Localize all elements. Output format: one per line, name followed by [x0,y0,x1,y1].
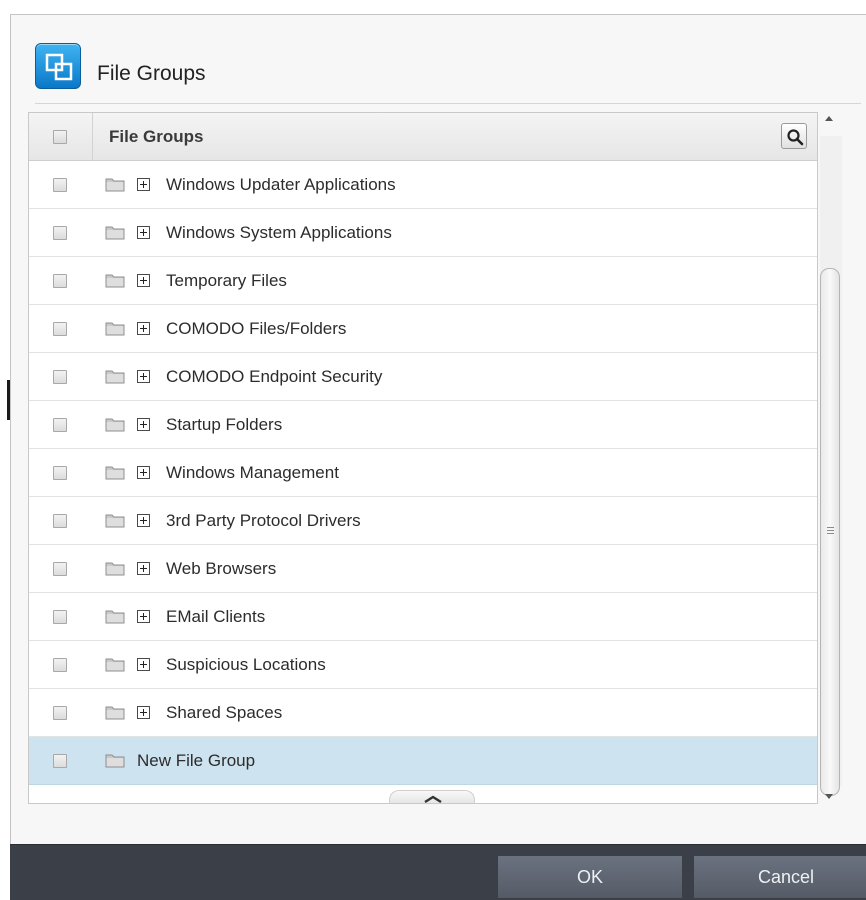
file-groups-icon [35,43,81,89]
row-checkbox[interactable] [53,706,67,720]
table-row[interactable]: Temporary Files [29,257,817,305]
table-row[interactable]: Windows Updater Applications [29,161,817,209]
table-row[interactable]: Windows System Applications [29,209,817,257]
row-label: Web Browsers [166,559,277,578]
table-row[interactable]: Windows Management [29,449,817,497]
folder-icon [105,658,125,672]
row-label: New File Group [137,751,256,770]
folder-icon [105,562,125,576]
row-label: Temporary Files [166,271,287,290]
row-checkbox[interactable] [53,322,67,336]
table-row[interactable]: 3rd Party Protocol Drivers [29,497,817,545]
table-header: File Groups [29,113,817,161]
row-label: COMODO Endpoint Security [166,367,383,386]
row-label: Shared Spaces [166,703,283,722]
table-row[interactable]: COMODO Files/Folders [29,305,817,353]
expand-icon[interactable] [137,274,150,287]
expand-icon[interactable] [137,178,150,191]
expand-icon[interactable] [137,514,150,527]
row-checkbox[interactable] [53,370,67,384]
table-row[interactable]: Web Browsers [29,545,817,593]
scroll-thumb[interactable] [820,268,840,796]
vertical-scrollbar[interactable] [820,112,842,804]
cancel-button[interactable]: Cancel [693,855,866,899]
folder-icon [105,226,125,240]
row-checkbox[interactable] [53,466,67,480]
row-label: Startup Folders [166,415,283,434]
folder-icon [105,322,125,336]
window-edge [0,0,10,900]
table-row[interactable]: Startup Folders [29,401,817,449]
table-row[interactable]: COMODO Endpoint Security [29,353,817,401]
table-row[interactable]: EMail Clients [29,593,817,641]
folder-icon [105,706,125,720]
row-checkbox[interactable] [53,178,67,192]
row-label: Windows Updater Applications [166,175,396,194]
select-all-checkbox[interactable] [53,130,67,144]
folder-icon [105,178,125,192]
row-checkbox[interactable] [53,226,67,240]
row-checkbox[interactable] [53,274,67,288]
expand-icon[interactable] [137,466,150,479]
row-checkbox[interactable] [53,418,67,432]
scroll-grip-icon [827,527,834,536]
row-checkbox[interactable] [53,754,67,768]
expand-icon[interactable] [137,226,150,239]
row-label: COMODO Files/Folders [166,319,347,338]
folder-icon [105,610,125,624]
header-separator [92,113,93,161]
row-checkbox[interactable] [53,562,67,576]
column-header-file-groups[interactable]: File Groups [109,127,203,147]
file-groups-table: File Groups Windows Updater Applications… [28,112,818,804]
collapse-panel-button[interactable] [389,790,475,803]
row-checkbox[interactable] [53,610,67,624]
expand-icon[interactable] [137,610,150,623]
dialog-footer: OK Cancel [10,844,866,900]
row-checkbox[interactable] [53,658,67,672]
row-label: Windows Management [166,463,339,482]
header-divider [35,103,861,104]
row-label: Suspicious Locations [166,655,326,674]
dialog-header: File Groups [35,29,835,91]
table-row[interactable]: New File Group [29,737,817,785]
chevron-up-icon [424,795,442,803]
search-icon [787,129,804,146]
scroll-down-arrow[interactable] [825,794,833,799]
scroll-track[interactable] [820,136,842,796]
table-row[interactable]: Shared Spaces [29,689,817,737]
folder-icon [105,418,125,432]
row-label: EMail Clients [166,607,266,626]
page-title: File Groups [97,62,206,85]
folder-icon [105,274,125,288]
folder-icon [105,514,125,528]
expand-icon[interactable] [137,322,150,335]
table-row[interactable]: Suspicious Locations [29,641,817,689]
expand-icon[interactable] [137,706,150,719]
expand-icon[interactable] [137,658,150,671]
folder-icon [105,466,125,480]
expand-icon[interactable] [137,418,150,431]
scroll-up-arrow[interactable] [825,116,833,121]
folder-icon [105,370,125,384]
folder-icon [105,754,125,768]
row-checkbox[interactable] [53,514,67,528]
row-label: 3rd Party Protocol Drivers [166,511,361,530]
ok-button[interactable]: OK [497,855,683,899]
search-button[interactable] [781,123,807,149]
expand-icon[interactable] [137,370,150,383]
row-label: Windows System Applications [166,223,392,242]
expand-icon[interactable] [137,562,150,575]
